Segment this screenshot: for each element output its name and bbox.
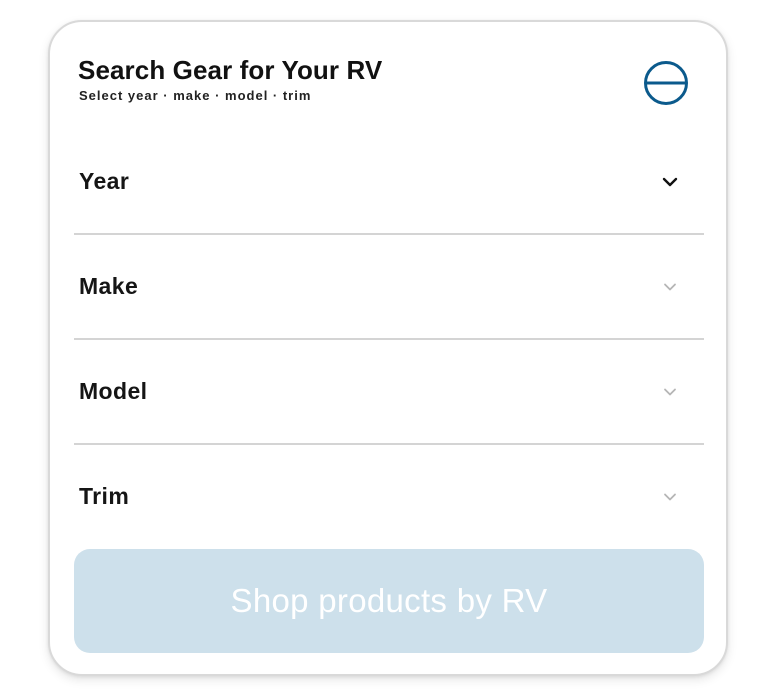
card-title: Search Gear for Your RV: [78, 55, 383, 85]
chevron-down-icon: [662, 384, 678, 400]
card-header: Search Gear for Your RV Select year · ma…: [78, 54, 698, 114]
trim-select[interactable]: Trim: [74, 445, 704, 550]
model-select[interactable]: Model: [74, 340, 704, 445]
year-select-label: Year: [79, 168, 130, 194]
page: Search Gear for Your RV Select year · ma…: [0, 0, 768, 700]
trim-select-label: Trim: [79, 483, 130, 509]
card-subtitle: Select year · make · model · trim: [79, 88, 312, 103]
shop-products-button[interactable]: Shop products by RV: [74, 549, 704, 653]
chevron-down-icon: [662, 489, 678, 505]
make-select-label: Make: [79, 273, 139, 299]
circle-minus-icon: [643, 60, 689, 106]
collapse-button[interactable]: [643, 60, 689, 106]
chevron-down-icon: [662, 174, 678, 190]
rv-search-card: Search Gear for Your RV Select year · ma…: [48, 20, 728, 676]
vehicle-selectors: Year Make Model Trim: [74, 130, 704, 550]
model-select-label: Model: [79, 378, 148, 404]
make-select[interactable]: Make: [74, 235, 704, 340]
year-select[interactable]: Year: [74, 130, 704, 235]
chevron-down-icon: [662, 279, 678, 295]
